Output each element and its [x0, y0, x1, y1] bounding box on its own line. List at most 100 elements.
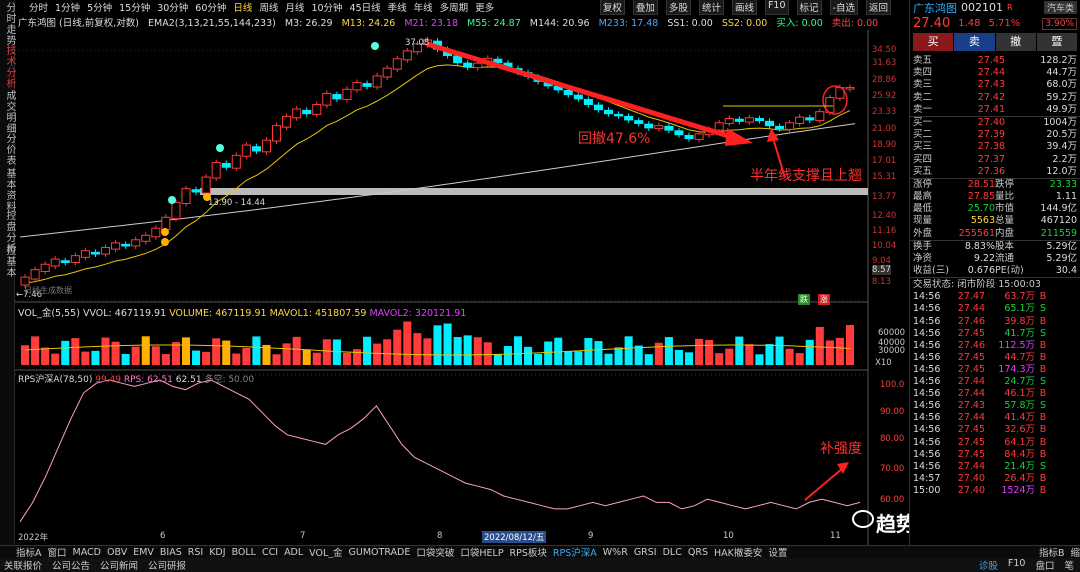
volume-bar — [825, 340, 834, 365]
tab-control-basic[interactable]: 控基本 — [0, 245, 15, 278]
toolbar-button[interactable]: 多股 — [665, 0, 691, 15]
toolbar-right: 复权 叠加 多股 统计 画线 F10 标记 -自选 返回 — [599, 0, 895, 15]
period-toolbar: 分时 1分钟 5分钟 15分钟 30分钟 60分钟 日线 周线 月线 10分钟 45日线 季线 年线 多周… — [15, 0, 895, 15]
candle — [292, 108, 302, 119]
tick-row: 14:57 27.40 26.4万 B — [910, 473, 1080, 485]
bids-row[interactable]: 买四 27.37 2.2万 — [910, 154, 1080, 166]
period-tab[interactable]: 年线 — [414, 0, 433, 14]
period-tab[interactable]: 5分钟 — [87, 0, 112, 14]
period-tab[interactable]: 周线 — [259, 0, 278, 14]
period-tab[interactable]: 多周期 — [440, 0, 469, 14]
status-tab[interactable]: 公司公告 — [52, 558, 90, 572]
bids-row[interactable]: 买一 27.40 1004万 — [910, 117, 1080, 129]
period-tab[interactable]: 10分钟 — [311, 0, 342, 14]
status-right-item[interactable]: 诊股 — [979, 558, 998, 572]
indicator-tab[interactable]: 缩 — [1070, 545, 1080, 559]
indicator-tab[interactable]: EMV — [133, 547, 154, 558]
sector-badge[interactable]: 汽车类 — [1043, 1, 1077, 14]
indicator-tab[interactable]: 设置 — [768, 545, 787, 559]
indicator-tab[interactable]: RSI — [188, 547, 203, 558]
volume-bar — [121, 353, 130, 365]
toolbar-button[interactable]: 返回 — [865, 0, 891, 15]
stats2-cell: 收益(三) — [913, 265, 949, 277]
period-tab[interactable]: 45日线 — [350, 0, 381, 14]
status-right-item[interactable]: F10 — [1008, 558, 1026, 572]
period-tab[interactable]: 季线 — [388, 0, 407, 14]
sell-button[interactable]: 卖 — [954, 33, 995, 51]
period-tab[interactable]: 30分钟 — [157, 0, 188, 14]
tab-basic-info[interactable]: 基本资料 — [0, 168, 15, 212]
stats-cell: 最高 — [913, 191, 933, 203]
indicator-tab[interactable]: QRS — [688, 547, 708, 558]
period-tab[interactable]: 日线 — [233, 0, 252, 14]
indicator-tab[interactable]: 指标A — [16, 545, 42, 559]
candle — [302, 109, 312, 115]
indicator-tab[interactable]: 口袋突破 — [416, 545, 454, 559]
price-axis-label: 10.04 — [872, 241, 897, 251]
status-tab[interactable]: 公司研报 — [148, 558, 186, 572]
toolbar-button[interactable]: 复权 — [599, 0, 625, 15]
status-right-item[interactable]: 盘口 — [1035, 558, 1054, 572]
toolbar-button[interactable]: 画线 — [731, 0, 757, 15]
asks-row[interactable]: 卖三 27.43 68.0万 — [910, 79, 1080, 91]
indicator-tab[interactable]: RPS沪深A — [553, 545, 597, 559]
indicator-tab[interactable]: VOL_金 — [309, 545, 342, 559]
indicator-tab[interactable]: OBV — [107, 547, 127, 558]
alert-button[interactable]: 暨 — [1036, 33, 1077, 51]
tab-trade-detail[interactable]: 成交明细 — [0, 90, 15, 134]
asks-row[interactable]: 卖四 27.44 44.7万 — [910, 67, 1080, 79]
indicator-tab[interactable]: DLC — [663, 547, 682, 558]
indicator-tab[interactable]: GUMOTRADE — [349, 547, 411, 558]
indicator-tab[interactable]: BOLL — [232, 547, 256, 558]
bids-v: 1004万 — [1043, 116, 1077, 128]
main-chart[interactable] — [15, 30, 870, 545]
indicator-tab[interactable]: HAK撤委安 — [714, 545, 762, 559]
stats-cell: 量比 — [995, 191, 1015, 203]
high-marker: 37.08 — [405, 38, 430, 48]
indicator-tab[interactable]: GRSI — [634, 547, 657, 558]
period-tab[interactable]: 更多 — [475, 0, 494, 14]
indicator-tab[interactable]: KDJ — [209, 547, 225, 558]
bids-row[interactable]: 买五 27.36 12.0万 — [910, 166, 1080, 178]
cancel-button[interactable]: 撤 — [995, 33, 1036, 51]
toolbar-button[interactable]: F10 — [764, 0, 789, 15]
tab-price-table[interactable]: 分价表 — [0, 133, 15, 166]
indicator-tab[interactable]: CCI — [262, 547, 278, 558]
asks-row[interactable]: 卖五 27.45 128.2万 — [910, 55, 1080, 67]
indicator-tab[interactable]: 窗口 — [48, 545, 67, 559]
asks-row[interactable]: 卖二 27.42 59.2万 — [910, 92, 1080, 104]
indicator-tab[interactable]: ADL — [284, 547, 303, 558]
period-tab[interactable]: 15分钟 — [119, 0, 150, 14]
candle — [90, 251, 100, 255]
tick-row: 14:56 27.44 65.1万 S — [910, 303, 1080, 315]
candle — [131, 239, 141, 247]
buy-button[interactable]: 买 — [913, 33, 954, 51]
indicator-tab[interactable]: BIAS — [160, 547, 182, 558]
status-tab[interactable]: 公司新闻 — [100, 558, 138, 572]
toolbar-button[interactable]: -自选 — [829, 0, 858, 15]
indicator-tab[interactable]: 指标B — [1039, 545, 1065, 559]
period-tab[interactable]: 60分钟 — [195, 0, 226, 14]
indicator-tab[interactable]: 口袋HELP — [460, 545, 503, 559]
asks-row[interactable]: 卖一 27.41 49.9万 — [910, 104, 1080, 116]
x-label-8: 8 — [437, 531, 443, 541]
stats-cell: 市值 — [995, 203, 1015, 215]
tab-technical-analysis[interactable]: 技术分析 — [0, 45, 15, 89]
volume-bar — [252, 336, 261, 365]
price-change: 1.48 — [958, 18, 981, 29]
status-right-item[interactable]: 笔 — [1064, 558, 1074, 572]
status-tab[interactable]: 关联报价 — [4, 558, 42, 572]
indicator-tab[interactable]: W%R — [603, 547, 628, 558]
bids-row[interactable]: 买三 27.38 39.4万 — [910, 141, 1080, 153]
period-tab[interactable]: 1分钟 — [55, 0, 80, 14]
asks-p: 27.45 — [977, 55, 1005, 66]
bids-row[interactable]: 买二 27.39 20.5万 — [910, 129, 1080, 141]
indicator-tab[interactable]: RPS板块 — [510, 545, 547, 559]
period-tab[interactable]: 分时 — [29, 0, 48, 14]
toolbar-button[interactable]: 标记 — [796, 0, 822, 15]
indicator-tab[interactable]: MACD — [73, 547, 101, 558]
toolbar-button[interactable]: 叠加 — [632, 0, 658, 15]
toolbar-button[interactable]: 统计 — [698, 0, 724, 15]
period-tab[interactable]: 月线 — [285, 0, 304, 14]
tab-time-share[interactable]: 分时走势 — [0, 2, 15, 46]
